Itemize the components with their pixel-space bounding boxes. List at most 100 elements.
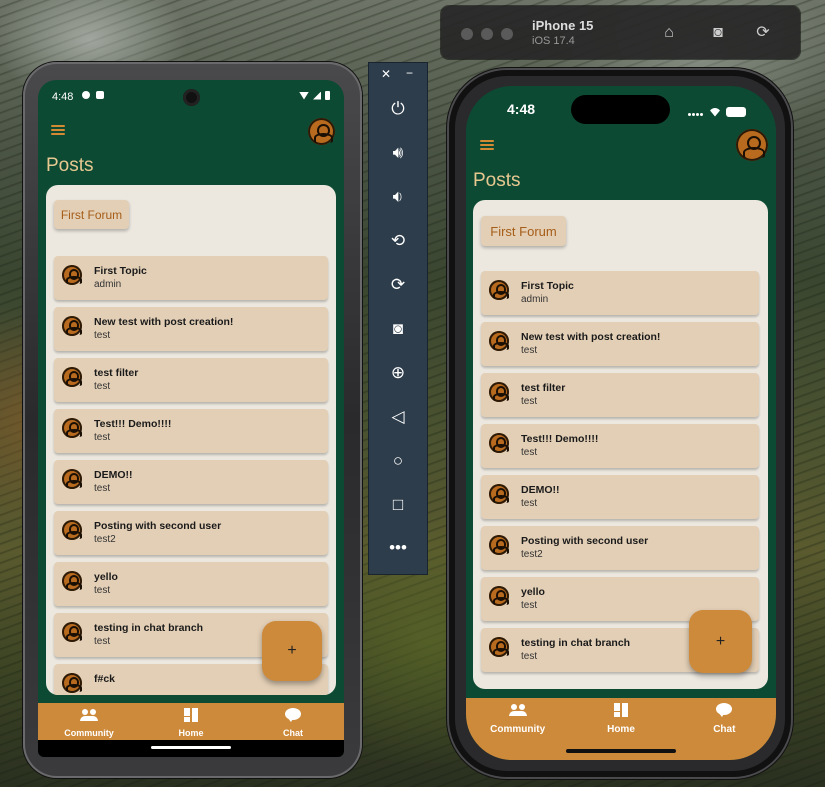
post-item[interactable]: First Topic admin xyxy=(54,256,328,300)
post-author: test xyxy=(521,651,538,662)
post-title: test filter xyxy=(521,382,566,394)
volume-up-icon[interactable]: 🔊︎ xyxy=(387,142,409,164)
post-title: DEMO!! xyxy=(521,484,560,496)
post-title: yello xyxy=(521,586,545,598)
post-title: test filter xyxy=(94,367,139,379)
post-title: DEMO!! xyxy=(94,469,133,481)
post-title: Posting with second user xyxy=(94,520,222,532)
author-avatar xyxy=(62,316,82,336)
wifi-icon xyxy=(299,91,309,100)
post-author: test xyxy=(94,636,111,647)
overview-icon[interactable]: □ xyxy=(387,494,409,516)
post-title: First Topic xyxy=(94,265,147,277)
post-item[interactable]: Test!!! Demo!!!! test xyxy=(54,409,328,453)
device-name: iPhone 15 xyxy=(532,18,594,33)
wifi-icon xyxy=(709,107,721,117)
add-post-button[interactable]: + xyxy=(262,621,322,681)
camera-icon[interactable]: ◙ xyxy=(387,318,409,340)
author-avatar xyxy=(62,622,82,642)
nav-chat[interactable]: Chat xyxy=(242,703,344,740)
post-author: admin xyxy=(94,279,122,290)
home-icon[interactable]: ⌂ xyxy=(659,23,679,43)
post-item[interactable]: Posting with second user test2 xyxy=(54,511,328,555)
post-item[interactable]: test filter test xyxy=(54,358,328,402)
author-avatar xyxy=(62,418,82,438)
post-author: test2 xyxy=(521,549,543,560)
home-dashboard-icon xyxy=(184,708,198,722)
author-avatar xyxy=(489,484,509,504)
nav-chat[interactable]: Chat xyxy=(673,698,776,760)
author-avatar xyxy=(62,571,82,591)
author-avatar xyxy=(62,673,82,693)
profile-avatar[interactable] xyxy=(736,129,768,161)
post-title: Test!!! Demo!!!! xyxy=(521,433,599,445)
post-author: test xyxy=(94,330,111,341)
post-author: test xyxy=(521,396,538,407)
add-post-button[interactable]: + xyxy=(689,610,752,673)
close-icon[interactable]: ✕ xyxy=(381,67,391,81)
post-title: New test with post creation! xyxy=(94,316,234,328)
bottom-nav: Community Home Chat xyxy=(38,703,344,740)
chat-icon xyxy=(716,703,733,717)
post-item[interactable]: First Topic admin xyxy=(481,271,759,315)
signal-icon xyxy=(688,103,704,121)
post-title: Test!!! Demo!!!! xyxy=(94,418,172,430)
home-icon[interactable]: ○ xyxy=(387,450,409,472)
post-item[interactable]: New test with post creation! test xyxy=(54,307,328,351)
nav-community[interactable]: Community xyxy=(38,703,140,740)
post-item[interactable]: New test with post creation! test xyxy=(481,322,759,366)
rotate-left-icon[interactable]: ⟲ xyxy=(387,230,409,252)
volume-down-icon[interactable]: 🔉︎ xyxy=(387,186,409,208)
menu-icon[interactable] xyxy=(51,125,65,135)
status-time: 4:48 xyxy=(507,101,536,117)
dynamic-island xyxy=(571,95,670,124)
forum-chip[interactable]: First Forum xyxy=(54,200,129,229)
minimize-icon[interactable]: − xyxy=(406,66,413,80)
author-avatar xyxy=(62,367,82,387)
nav-community[interactable]: Community xyxy=(466,698,569,760)
post-item[interactable]: test filter test xyxy=(481,373,759,417)
author-avatar xyxy=(62,520,82,540)
forum-chip[interactable]: First Forum xyxy=(481,216,566,246)
rotate-right-icon[interactable]: ⟳ xyxy=(387,274,409,296)
gesture-bar[interactable] xyxy=(151,746,231,749)
author-avatar xyxy=(489,535,509,555)
window-minimize-button[interactable] xyxy=(481,28,493,40)
post-author: test xyxy=(521,447,538,458)
status-time: 4:48 xyxy=(52,91,74,103)
rotate-icon[interactable]: ⟳ xyxy=(753,23,773,43)
post-title: First Topic xyxy=(521,280,574,292)
android-screen: 4:48 Posts First Forum First Topic admin N… xyxy=(38,80,344,757)
post-author: test xyxy=(521,600,538,611)
menu-icon[interactable] xyxy=(480,140,494,150)
post-item[interactable]: yello test xyxy=(54,562,328,606)
author-avatar xyxy=(489,586,509,606)
home-indicator[interactable] xyxy=(566,749,676,753)
post-item[interactable]: Test!!! Demo!!!! test xyxy=(481,424,759,468)
post-title: yello xyxy=(94,571,118,583)
nav-home[interactable]: Home xyxy=(140,703,242,740)
profile-avatar[interactable] xyxy=(308,118,335,145)
window-zoom-button[interactable] xyxy=(501,28,513,40)
chat-icon xyxy=(285,708,301,722)
post-author: test xyxy=(94,483,111,494)
zoom-icon[interactable]: ⊕ xyxy=(387,362,409,384)
author-avatar xyxy=(62,265,82,285)
author-avatar xyxy=(489,433,509,453)
back-icon[interactable]: ◁ xyxy=(387,406,409,428)
post-author: test xyxy=(521,498,538,509)
post-item[interactable]: DEMO!! test xyxy=(481,475,759,519)
author-avatar xyxy=(62,469,82,489)
screenshot-icon[interactable]: ◙ xyxy=(708,23,728,43)
window-close-button[interactable] xyxy=(461,28,473,40)
settings-status-icon xyxy=(82,91,90,99)
post-author: admin xyxy=(521,294,549,305)
post-title: testing in chat branch xyxy=(521,637,631,649)
power-icon[interactable]: ⏻ xyxy=(387,98,409,120)
post-item[interactable]: Posting with second user test2 xyxy=(481,526,759,570)
post-item[interactable]: DEMO!! test xyxy=(54,460,328,504)
forum-card: First Forum First Topic admin New test wit… xyxy=(46,185,336,695)
signal-icon xyxy=(313,91,321,100)
author-avatar xyxy=(489,637,509,657)
more-icon[interactable]: ••• xyxy=(387,537,409,559)
